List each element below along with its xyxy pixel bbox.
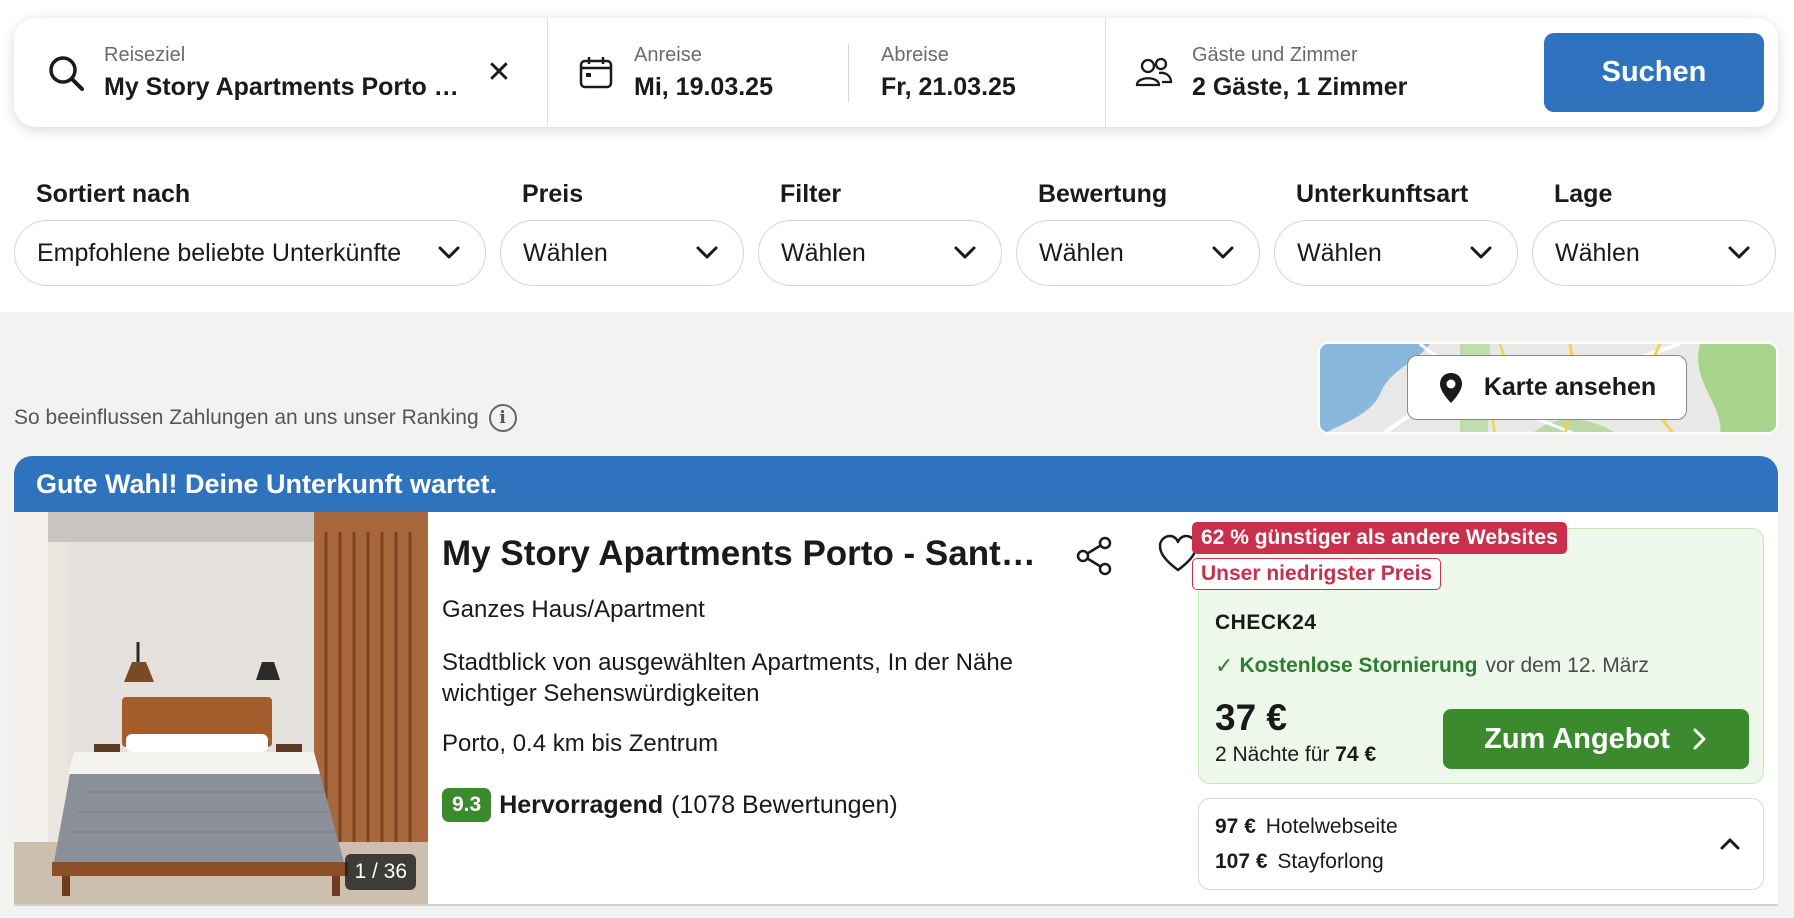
ranking-note-text: So beeinflussen Zahlungen an uns unser R…: [14, 406, 479, 429]
rating-select[interactable]: Wählen: [1016, 220, 1260, 286]
map-pin-icon: [1438, 371, 1464, 405]
location-select[interactable]: Wählen: [1532, 220, 1776, 286]
share-icon[interactable]: [1072, 534, 1116, 578]
property-type-select[interactable]: Wählen: [1274, 220, 1518, 286]
other-offer-row[interactable]: 97 € Hotelwebseite: [1215, 815, 1398, 839]
filter-bar: Sortiert nach Empfohlene beliebte Unterk…: [14, 180, 1776, 286]
property-type: Ganzes Haus/Apartment: [442, 596, 705, 623]
photo-counter: 1 / 36: [345, 854, 416, 890]
other-offer-site: Stayforlong: [1277, 850, 1384, 873]
view-map-button[interactable]: Karte ansehen: [1407, 355, 1687, 420]
guests-value[interactable]: 2 Gäste, 1 Zimmer: [1192, 73, 1407, 102]
property-location: Porto, 0.4 km bis Zentrum: [442, 730, 719, 757]
filter-rating: Bewertung Wählen: [1016, 180, 1260, 286]
listing-title[interactable]: My Story Apartments Porto - Santa Catari…: [442, 534, 1052, 574]
chevron-up-icon[interactable]: [1715, 829, 1745, 859]
checkout-field[interactable]: Abreise Fr, 21.03.25: [881, 44, 1095, 102]
dates-field[interactable]: Anreise Mi, 19.03.25 Abreise Fr, 21.03.2…: [548, 18, 1106, 127]
lowest-price-badge: Unser niedrigster Preis: [1192, 558, 1442, 590]
filter-value: Wählen: [523, 238, 608, 267]
clear-destination-button[interactable]: ✕: [481, 54, 517, 90]
rating-label: Hervorragend: [499, 790, 664, 819]
nights-text: 2 Nächte für: [1215, 743, 1330, 766]
destination-label: Reiseziel: [104, 43, 186, 66]
chevron-down-icon: [953, 239, 977, 268]
info-icon[interactable]: i: [488, 404, 517, 432]
other-offer-price: 97 €: [1215, 815, 1256, 838]
destination-field[interactable]: Reiseziel My Story Apartments Porto - Sa…: [14, 18, 548, 127]
filter-value: Empfohlene beliebte Unterkünfte: [37, 238, 402, 267]
filter-select[interactable]: Wählen: [758, 220, 1002, 286]
filter-value: Wählen: [1039, 238, 1124, 267]
discount-badge: 62 % günstiger als andere Websites: [1192, 522, 1567, 554]
chevron-down-icon: [1727, 239, 1751, 268]
filter-location: Lage Wählen: [1532, 180, 1776, 286]
card-bottom-divider: [14, 904, 1778, 906]
checkin-label: Anreise: [634, 43, 702, 66]
chevron-down-icon: [437, 239, 461, 268]
guests-icon: [1132, 51, 1176, 95]
view-map-label: Karte ansehen: [1483, 373, 1657, 401]
filter-label: Unterkunftsart: [1296, 180, 1469, 208]
property-description: Stadtblick von ausgewählten Apartments, …: [442, 649, 1014, 707]
filter-price: Preis Wählen: [500, 180, 744, 286]
view-deal-label: Zum Angebot: [1484, 722, 1670, 755]
total-price: 2 Nächte für 74 €: [1215, 743, 1376, 767]
price-select[interactable]: Wählen: [500, 220, 744, 286]
filter-label: Bewertung: [1038, 180, 1168, 208]
other-offer-site: Hotelwebseite: [1265, 815, 1398, 838]
sort-select[interactable]: Empfohlene beliebte Unterkünfte: [14, 220, 486, 286]
cancellation-label: Kostenlose Stornierung: [1239, 654, 1478, 677]
chevron-down-icon: [1469, 239, 1493, 268]
rating-score: 9.3: [442, 788, 492, 822]
other-offer-row[interactable]: 107 € Stayforlong: [1215, 850, 1384, 874]
free-cancellation: ✓ Kostenlose Stornierung vor dem 12. Mär…: [1215, 653, 1649, 679]
checkin-value[interactable]: Mi, 19.03.25: [634, 73, 848, 102]
listing-info: My Story Apartments Porto - Santa Catari…: [442, 512, 1202, 906]
check-icon: ✓: [1215, 653, 1234, 678]
filter-label: Preis: [522, 180, 584, 208]
filter-value: Wählen: [1297, 238, 1382, 267]
listing-photo[interactable]: 1 / 36: [14, 512, 428, 906]
guests-label: Gäste und Zimmer: [1192, 43, 1358, 66]
guests-field[interactable]: Gäste und Zimmer 2 Gäste, 1 Zimmer: [1106, 18, 1506, 127]
total-amount: 74 €: [1335, 743, 1377, 766]
view-deal-button[interactable]: Zum Angebot: [1443, 709, 1749, 769]
rating[interactable]: 9.3 Hervorragend (1078 Bewertungen): [442, 788, 898, 822]
cancellation-deadline: vor dem 12. März: [1485, 654, 1649, 677]
filter-label: Sortiert nach: [36, 180, 191, 208]
filter-sort: Sortiert nach Empfohlene beliebte Unterk…: [14, 180, 486, 286]
search-button[interactable]: Suchen: [1544, 33, 1764, 112]
search-bar: Reiseziel My Story Apartments Porto - Sa…: [14, 18, 1778, 127]
filter-label: Filter: [780, 180, 842, 208]
other-offer-price: 107 €: [1215, 850, 1268, 873]
listing-banner: Gute Wahl! Deine Unterkunft wartet.: [14, 456, 1778, 512]
search-icon: [44, 51, 88, 95]
chevron-right-icon: [1692, 727, 1708, 751]
other-offers[interactable]: 97 € Hotelwebseite 107 € Stayforlong: [1198, 798, 1764, 890]
rating-count: (1078 Bewertungen): [671, 790, 898, 819]
offer-provider: CHECK24: [1215, 611, 1317, 634]
ranking-note[interactable]: So beeinflussen Zahlungen an uns unser R…: [14, 404, 517, 432]
chevron-down-icon: [1211, 239, 1235, 268]
chevron-down-icon: [695, 239, 719, 268]
checkout-label: Abreise: [881, 43, 949, 66]
filter-label: Lage: [1554, 180, 1613, 208]
date-separator: [848, 43, 849, 102]
filter-general: Filter Wählen: [758, 180, 1002, 286]
checkout-value[interactable]: Fr, 21.03.25: [881, 73, 1095, 102]
filter-value: Wählen: [781, 238, 866, 267]
filter-property-type: Unterkunftsart Wählen: [1274, 180, 1518, 286]
calendar-icon: [574, 51, 618, 95]
checkin-field[interactable]: Anreise Mi, 19.03.25: [634, 44, 848, 102]
filter-value: Wählen: [1555, 238, 1640, 267]
destination-value[interactable]: My Story Apartments Porto - Santa Catari…: [104, 73, 464, 102]
offer-price: 37 €: [1215, 697, 1288, 738]
